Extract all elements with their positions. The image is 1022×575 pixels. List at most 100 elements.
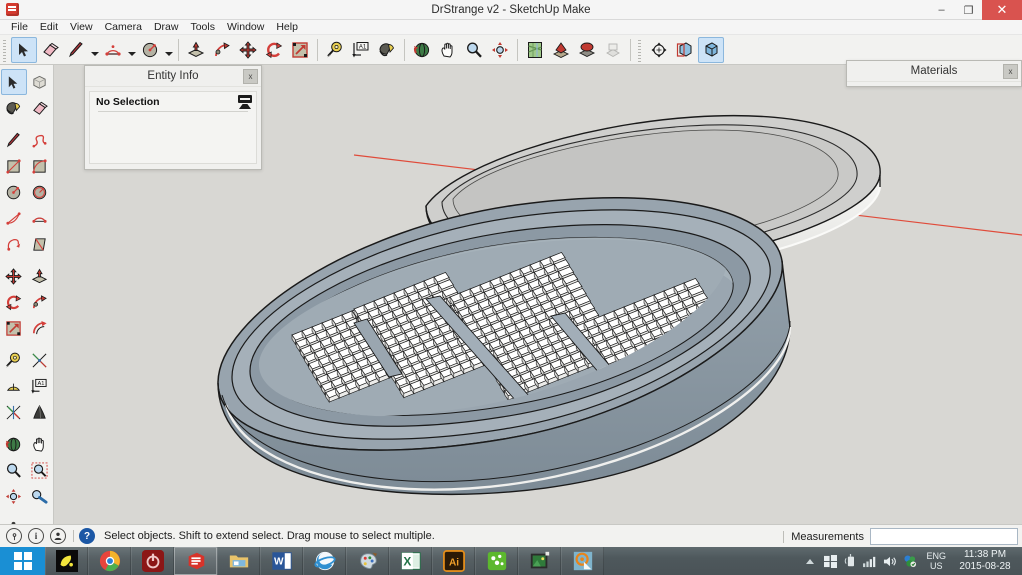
sandbox-tool-button[interactable] [27, 231, 53, 257]
tray-windows-icon[interactable] [820, 547, 840, 575]
taskbar-item-file-explorer[interactable] [217, 547, 260, 575]
zoom-window-tool-button[interactable] [27, 457, 53, 483]
toggle-terrain-tool-button[interactable] [548, 37, 574, 63]
pan-tool-button-left[interactable] [27, 431, 53, 457]
tray-network-icon[interactable] [860, 547, 880, 575]
toolbar-grip-2[interactable] [637, 37, 644, 62]
close-button[interactable]: ✕ [982, 0, 1022, 20]
taskbar-item-green-app[interactable] [475, 547, 518, 575]
taskbar-item-power[interactable] [131, 547, 174, 575]
taskbar-item-internet-explorer[interactable] [303, 547, 346, 575]
tray-language-indicator[interactable]: ENG US [926, 551, 946, 571]
display-section-cuts-button[interactable] [698, 36, 724, 63]
dimension-tool-button[interactable]: A1 [348, 37, 374, 63]
text-tool-button[interactable] [1, 399, 27, 425]
dimension-tool-button-left[interactable]: A1 [27, 373, 53, 399]
geo-location-icon[interactable] [6, 528, 22, 544]
rectangle-tool-button[interactable] [1, 153, 27, 179]
entity-info-panel[interactable]: Entity Info x No Selection [84, 65, 262, 170]
move-tool-button[interactable] [235, 37, 261, 63]
axes-tool-button[interactable] [1, 373, 27, 399]
rotate-tool-button-left[interactable] [1, 289, 27, 315]
menu-help[interactable]: Help [270, 20, 304, 35]
rotate-tool-button[interactable] [261, 37, 287, 63]
taskbar-item-image-viewer[interactable] [518, 547, 561, 575]
pan-tool-button[interactable] [435, 37, 461, 63]
eraser-tool-button[interactable] [37, 37, 63, 63]
offset-tool-button[interactable] [27, 315, 53, 341]
menu-tools[interactable]: Tools [184, 20, 221, 35]
maximize-button[interactable]: ❐ [955, 0, 982, 20]
entity-info-close-button[interactable]: x [243, 69, 258, 84]
taskbar-item-sketchup[interactable] [174, 547, 217, 575]
photo-texture-tool-button[interactable] [574, 37, 600, 63]
add-location-tool-button[interactable] [522, 37, 548, 63]
toolbar-grip[interactable] [2, 37, 9, 62]
paint-bucket-tool-button[interactable] [374, 37, 400, 63]
eraser-tool-button-left[interactable] [27, 95, 53, 121]
select-tool-button[interactable] [11, 36, 37, 63]
model-info-tool-button[interactable] [600, 37, 626, 63]
section-plane-tool-button[interactable] [646, 37, 672, 63]
materials-close-button[interactable]: x [1003, 64, 1018, 79]
orbit-tool-button-left[interactable] [1, 431, 27, 457]
menu-file[interactable]: File [5, 20, 34, 35]
orbit-tool-button[interactable] [409, 37, 435, 63]
tray-clock[interactable]: 11:38 PM 2015-08-28 [954, 549, 1016, 573]
polygon-tool-button[interactable] [27, 179, 53, 205]
tape-measure-tool-button[interactable] [322, 37, 348, 63]
scale-tool-button[interactable] [287, 37, 313, 63]
taskbar-item-chrome[interactable] [88, 547, 131, 575]
arc-tool-button-left[interactable] [1, 205, 27, 231]
three-d-text-tool-button[interactable] [27, 399, 53, 425]
arc-tool-button[interactable] [100, 37, 126, 63]
follow-me-tool-button-left[interactable] [27, 289, 53, 315]
make-component-tool-button[interactable] [27, 69, 53, 95]
menu-view[interactable]: View [64, 20, 99, 35]
tape-measure-tool-button-left[interactable] [1, 347, 27, 373]
measurements-input[interactable] [870, 528, 1018, 545]
info-icon[interactable]: i [28, 528, 44, 544]
show-hidden-icons-arrow[interactable] [800, 547, 820, 575]
menu-edit[interactable]: Edit [34, 20, 64, 35]
follow-me-tool-button[interactable] [209, 37, 235, 63]
menu-draw[interactable]: Draw [148, 20, 185, 35]
arc-tool-dropdown[interactable] [126, 37, 137, 63]
arc-3point-tool-button[interactable] [1, 231, 27, 257]
zoom-extents-tool-button-left[interactable] [1, 483, 27, 509]
circle-tool-button-left[interactable] [1, 179, 27, 205]
freehand-tool-button[interactable] [27, 127, 53, 153]
move-tool-button-left[interactable] [1, 263, 27, 289]
menu-window[interactable]: Window [221, 20, 270, 35]
push-pull-tool-button-left[interactable] [27, 263, 53, 289]
help-question-icon[interactable]: ? [79, 528, 95, 544]
materials-panel[interactable]: Materials x [846, 60, 1022, 87]
protractor-tool-button[interactable] [27, 347, 53, 373]
taskbar-item-word[interactable]: W [260, 547, 303, 575]
select-tool-button-left[interactable] [0, 69, 27, 95]
previous-view-tool-button[interactable] [27, 483, 53, 509]
user-account-icon[interactable] [50, 528, 66, 544]
scale-tool-button-left[interactable] [1, 315, 27, 341]
pie-tool-button[interactable] [27, 205, 53, 231]
line-tool-dropdown[interactable] [89, 37, 100, 63]
taskbar-item-media-app[interactable] [45, 547, 88, 575]
taskbar-item-illustrator[interactable]: Ai [432, 547, 475, 575]
menu-camera[interactable]: Camera [99, 20, 148, 35]
minimize-button[interactable]: – [928, 0, 955, 20]
push-pull-tool-button[interactable] [183, 37, 209, 63]
circle-tool-button[interactable] [137, 37, 163, 63]
taskbar-item-excel[interactable]: X [389, 547, 432, 575]
paint-bucket-tool-button-left[interactable] [1, 95, 27, 121]
circle-tool-dropdown[interactable] [163, 37, 174, 63]
tray-volume-icon[interactable] [880, 547, 900, 575]
zoom-tool-button-left[interactable] [1, 457, 27, 483]
display-section-planes-button[interactable] [672, 37, 698, 63]
start-button[interactable] [0, 547, 45, 575]
tray-flash-icon[interactable] [840, 547, 860, 575]
line-tool-button-left[interactable] [1, 127, 27, 153]
tray-antivirus-icon[interactable] [900, 547, 920, 575]
rotated-rectangle-tool-button[interactable] [27, 153, 53, 179]
entity-detail-icon[interactable] [238, 95, 252, 111]
zoom-extents-tool-button[interactable] [487, 37, 513, 63]
